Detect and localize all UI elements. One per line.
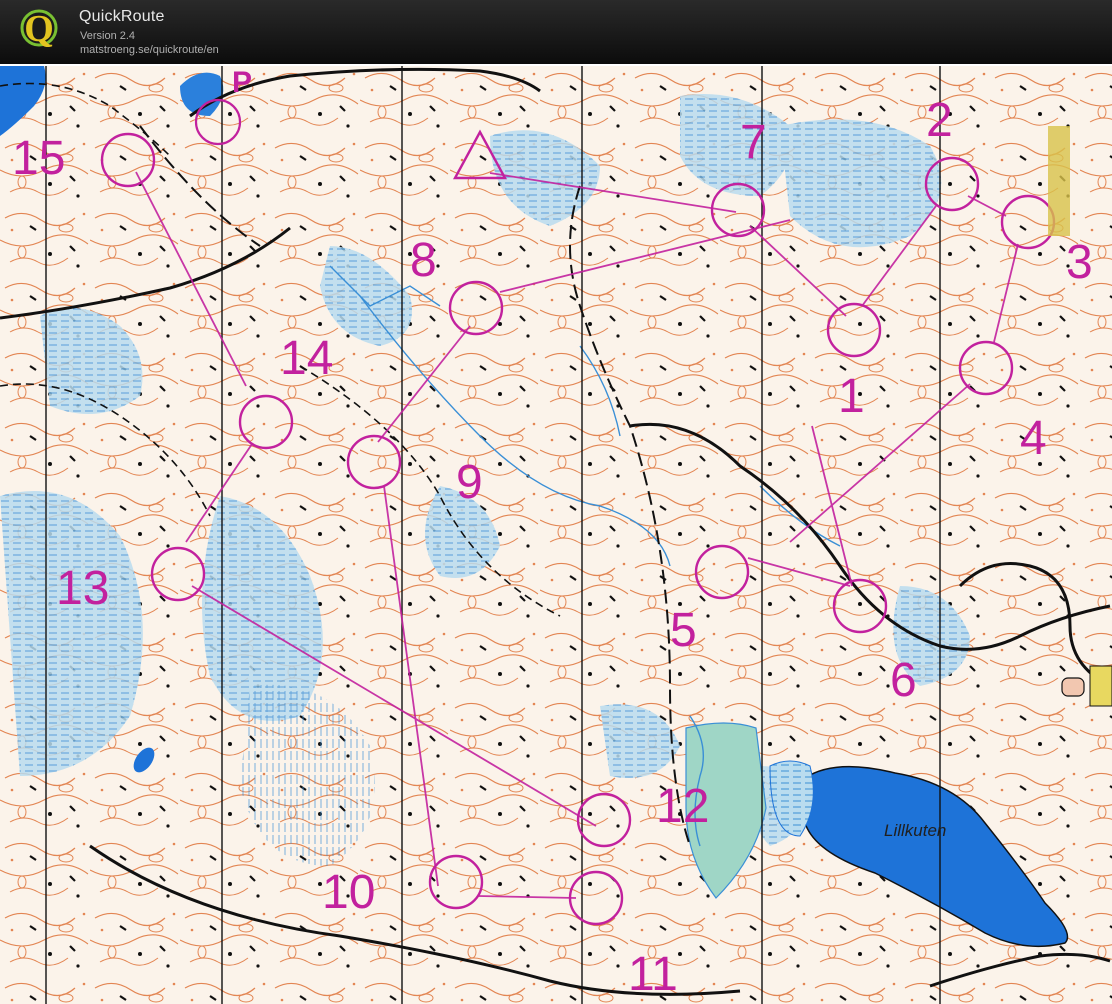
control-number-6: 6 xyxy=(890,654,917,707)
control-number-9: 9 xyxy=(456,456,483,509)
app-title: QuickRoute xyxy=(79,8,165,25)
control-number-3: 3 xyxy=(1066,236,1093,289)
control-number-5: 5 xyxy=(670,604,697,657)
control-number-10: 10 xyxy=(322,866,375,919)
app-header: Q QuickRoute Version 2.4 matstroeng.se/q… xyxy=(0,0,1112,64)
control-number-12: 12 xyxy=(656,780,709,833)
control-number-4: 4 xyxy=(1020,412,1047,465)
orienteering-map[interactable]: P 1 2 3 4 5 6 7 8 9 10 11 12 13 14 15 Li… xyxy=(0,66,1112,1004)
lake-label: Lillkuten xyxy=(884,821,946,840)
control-number-15: 15 xyxy=(12,132,65,185)
field-strip xyxy=(1089,665,1112,707)
control-number-2: 2 xyxy=(926,94,953,147)
control-number-13: 13 xyxy=(56,562,109,615)
control-number-14: 14 xyxy=(280,332,333,385)
building xyxy=(1061,677,1085,697)
quickroute-logo-icon: Q xyxy=(20,8,58,50)
app-version: Version 2.4 xyxy=(80,30,136,42)
control-number-11: 11 xyxy=(628,948,678,1001)
road-strip xyxy=(1048,126,1070,236)
control-number-8: 8 xyxy=(410,234,437,287)
control-number-1: 1 xyxy=(838,370,865,423)
control-number-7: 7 xyxy=(740,116,767,169)
app-url-link[interactable]: matstroeng.se/quickroute/en xyxy=(80,44,219,56)
parking-label: P xyxy=(232,66,252,99)
svg-text:Q: Q xyxy=(24,8,54,50)
